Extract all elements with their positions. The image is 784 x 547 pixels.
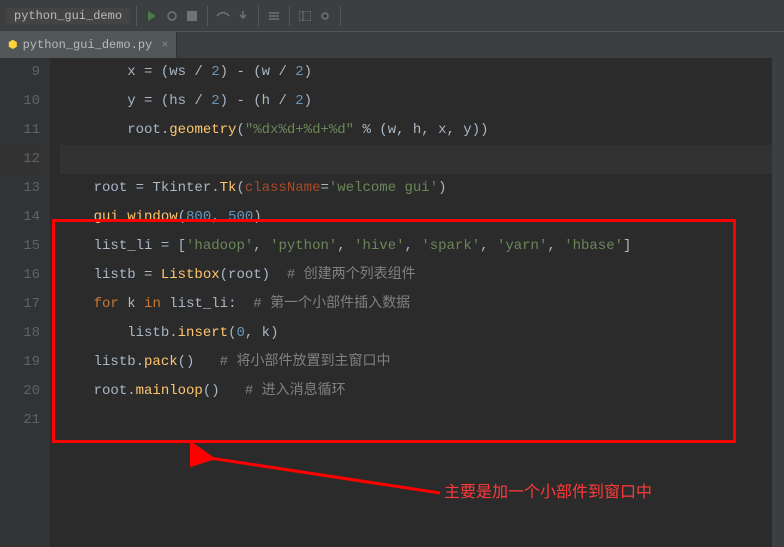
stop-icon[interactable] [183, 7, 201, 25]
code-line: listb = Listbox(root) # 创建两个列表组件 [60, 261, 784, 290]
python-file-icon: ⬢ [8, 38, 18, 52]
breadcrumb-file[interactable]: python_gui_demo [6, 8, 130, 24]
line-number: 12 [0, 145, 40, 174]
tab-python-gui-demo[interactable]: ⬢ python_gui_demo.py × [0, 32, 177, 58]
code-line: listb.insert(0, k) [60, 319, 784, 348]
run-icon[interactable] [143, 7, 161, 25]
line-number: 21 [0, 406, 40, 435]
line-number: 16 [0, 261, 40, 290]
main-toolbar: python_gui_demo [0, 0, 784, 32]
code-line: gui_window(800, 500) [60, 203, 784, 232]
line-number: 18 [0, 319, 40, 348]
line-number: 17 [0, 290, 40, 319]
code-editor[interactable]: x = (ws / 2) - (w / 2) y = (hs / 2) - (h… [50, 58, 784, 547]
code-line: for k in list_li: # 第一个小部件插入数据 [60, 290, 784, 319]
config-icon[interactable] [265, 7, 283, 25]
step-into-icon[interactable] [234, 7, 252, 25]
step-over-icon[interactable] [214, 7, 232, 25]
editor-area: 9 10 11 12 13 14 15 16 17 18 19 20 21 x … [0, 58, 784, 547]
line-number: 13 [0, 174, 40, 203]
code-line [60, 406, 784, 435]
code-line: root = Tkinter.Tk(className='welcome gui… [60, 174, 784, 203]
close-icon[interactable]: × [161, 38, 168, 52]
code-line: listb.pack() # 将小部件放置到主窗口中 [60, 348, 784, 377]
line-number: 20 [0, 377, 40, 406]
tab-filename: python_gui_demo.py [23, 38, 153, 52]
line-number: 10 [0, 87, 40, 116]
code-line: y = (hs / 2) - (h / 2) [60, 87, 784, 116]
line-number: 15 [0, 232, 40, 261]
line-number: 14 [0, 203, 40, 232]
code-line-current [60, 145, 784, 174]
annotation-text: 主要是加一个小部件到窗口中 [444, 478, 652, 502]
settings-icon[interactable] [316, 7, 334, 25]
debug-icon[interactable] [163, 7, 181, 25]
code-line: x = (ws / 2) - (w / 2) [60, 58, 784, 87]
editor-tab-bar: ⬢ python_gui_demo.py × [0, 32, 784, 58]
layout-icon[interactable] [296, 7, 314, 25]
code-line: root.geometry("%dx%d+%d+%d" % (w, h, x, … [60, 116, 784, 145]
line-number-gutter: 9 10 11 12 13 14 15 16 17 18 19 20 21 [0, 58, 50, 547]
line-number: 19 [0, 348, 40, 377]
vertical-scrollbar[interactable] [772, 58, 784, 547]
code-line: list_li = ['hadoop', 'python', 'hive', '… [60, 232, 784, 261]
code-line: root.mainloop() # 进入消息循环 [60, 377, 784, 406]
line-number: 9 [0, 58, 40, 87]
line-number: 11 [0, 116, 40, 145]
